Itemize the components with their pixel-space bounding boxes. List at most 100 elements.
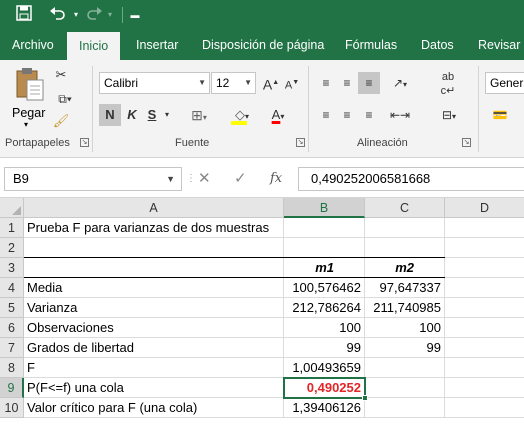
tab-inicio[interactable]: Inicio — [67, 32, 121, 60]
column-header-d[interactable]: D — [445, 198, 524, 218]
fill-handle[interactable] — [362, 395, 368, 401]
save-icon[interactable] — [14, 5, 34, 25]
fill-color-icon[interactable]: ◇▾ — [228, 104, 256, 126]
grow-font-icon[interactable]: A▲ — [262, 72, 280, 94]
shrink-font-icon[interactable]: A▼ — [283, 72, 301, 94]
cell-b[interactable]: 0,490252 — [284, 378, 365, 398]
font-size-combo[interactable]: 12 ▼ — [211, 72, 256, 94]
cell-a[interactable] — [24, 258, 284, 278]
row-header[interactable]: 8 — [0, 358, 24, 378]
cell-b[interactable] — [284, 238, 365, 258]
alignment-launcher-icon[interactable]: ↘ — [462, 138, 471, 147]
cell-b[interactable]: 212,786264 — [284, 298, 365, 318]
underline-button[interactable]: S — [144, 104, 160, 126]
orientation-icon[interactable]: ↗▾ — [386, 72, 414, 94]
cell-a[interactable]: Grados de libertad — [24, 338, 284, 358]
undo-dropdown-icon[interactable]: ▾ — [70, 5, 82, 25]
tab-archivo[interactable]: Archivo — [12, 30, 54, 60]
cell-a[interactable]: P(F<=f) una cola — [24, 378, 284, 398]
merge-center-icon[interactable]: ⊟▾ — [432, 104, 466, 126]
cell-c[interactable] — [365, 238, 445, 258]
column-header-b[interactable]: B — [284, 198, 365, 218]
cell-c[interactable] — [365, 218, 445, 238]
underline-dropdown-icon[interactable]: ▾ — [161, 104, 173, 126]
cell-b[interactable]: 99 — [284, 338, 365, 358]
align-right-icon[interactable]: ≡ — [358, 104, 380, 126]
formula-input[interactable]: 0,490252006581668 — [298, 167, 524, 191]
enter-icon[interactable]: ✓ — [234, 167, 247, 191]
cell-c[interactable]: 211,740985 — [365, 298, 445, 318]
row-header[interactable]: 1 — [0, 218, 24, 238]
font-name-combo[interactable]: Calibri ▼ — [99, 72, 210, 94]
insert-function-icon[interactable]: fx — [270, 167, 282, 191]
cell-c[interactable]: 97,647337 — [365, 278, 445, 298]
cell-b[interactable]: 100,576462 — [284, 278, 365, 298]
accounting-format-icon[interactable]: 💳 — [485, 104, 515, 126]
cell-c[interactable] — [365, 398, 445, 418]
cell-d[interactable] — [445, 298, 524, 318]
row-header[interactable]: 7 — [0, 338, 24, 358]
copy-icon[interactable]: ⧉▾ — [52, 88, 78, 110]
cell-a[interactable]: F — [24, 358, 284, 378]
number-format-combo[interactable]: Genera — [485, 72, 524, 94]
align-middle-icon[interactable]: ≡ — [337, 72, 357, 94]
cell-d[interactable] — [445, 378, 524, 398]
paste-button[interactable]: Pegar ▾ — [10, 66, 50, 129]
row-header[interactable]: 4 — [0, 278, 24, 298]
redo-icon[interactable] — [84, 5, 104, 25]
cell-b[interactable]: 1,00493659 — [284, 358, 365, 378]
cut-icon[interactable]: ✂ — [52, 64, 70, 86]
cell-b[interactable]: 100 — [284, 318, 365, 338]
cell-d[interactable] — [445, 238, 524, 258]
row-header[interactable]: 6 — [0, 318, 24, 338]
cell-d[interactable] — [445, 218, 524, 238]
row-header[interactable]: 2 — [0, 238, 24, 258]
column-header-c[interactable]: C — [365, 198, 445, 218]
cell-d[interactable] — [445, 358, 524, 378]
format-painter-icon[interactable]: 🖌 — [52, 110, 70, 132]
cell-d[interactable] — [445, 398, 524, 418]
align-center-icon[interactable]: ≡ — [337, 104, 357, 126]
tab-formulas[interactable]: Fórmulas — [345, 30, 397, 60]
tab-datos[interactable]: Datos — [421, 30, 454, 60]
align-top-icon[interactable]: ≡ — [316, 72, 336, 94]
cell-d[interactable] — [445, 258, 524, 278]
tab-insertar[interactable]: Insertar — [136, 30, 178, 60]
cell-a[interactable]: Valor crítico para F (una cola) — [24, 398, 284, 418]
select-all-button[interactable] — [0, 198, 24, 218]
font-color-icon[interactable]: A▾ — [264, 104, 292, 126]
align-bottom-icon[interactable]: ≡ — [358, 72, 380, 94]
cell-d[interactable] — [445, 338, 524, 358]
bold-button[interactable]: N — [99, 104, 121, 126]
wrap-text-icon[interactable]: ab c↵ — [438, 70, 458, 97]
cell-a[interactable]: Media — [24, 278, 284, 298]
cell-c[interactable]: m2 — [365, 258, 445, 278]
font-launcher-icon[interactable]: ↘ — [296, 138, 305, 147]
cell-a[interactable] — [24, 238, 284, 258]
row-header[interactable]: 10 — [0, 398, 24, 418]
cell-c[interactable] — [365, 378, 445, 398]
column-header-a[interactable]: A — [24, 198, 284, 218]
borders-icon[interactable]: ⊞▾ — [186, 104, 212, 126]
cell-b[interactable]: m1 — [284, 258, 365, 278]
cell-c[interactable]: 100 — [365, 318, 445, 338]
tab-disposicion[interactable]: Disposición de página — [202, 30, 324, 60]
cell-a[interactable]: Prueba F para varianzas de dos muestras — [24, 218, 284, 238]
cell-b[interactable]: 1,39406126 — [284, 398, 365, 418]
customize-qat-icon[interactable]: ▬ — [128, 5, 142, 25]
redo-dropdown-icon[interactable]: ▾ — [104, 5, 116, 25]
clipboard-launcher-icon[interactable]: ↘ — [80, 138, 89, 147]
cell-d[interactable] — [445, 318, 524, 338]
cell-c[interactable]: 99 — [365, 338, 445, 358]
row-header[interactable]: 5 — [0, 298, 24, 318]
tab-revisar[interactable]: Revisar — [478, 30, 520, 60]
cell-a[interactable]: Observaciones — [24, 318, 284, 338]
indent-icon[interactable]: ⇤⇥ — [386, 104, 414, 126]
row-header[interactable]: 9 — [0, 378, 24, 398]
align-left-icon[interactable]: ≡ — [316, 104, 336, 126]
undo-icon[interactable] — [46, 5, 70, 25]
cell-d[interactable] — [445, 278, 524, 298]
row-header[interactable]: 3 — [0, 258, 24, 278]
cell-c[interactable] — [365, 358, 445, 378]
cell-b[interactable] — [284, 218, 365, 238]
